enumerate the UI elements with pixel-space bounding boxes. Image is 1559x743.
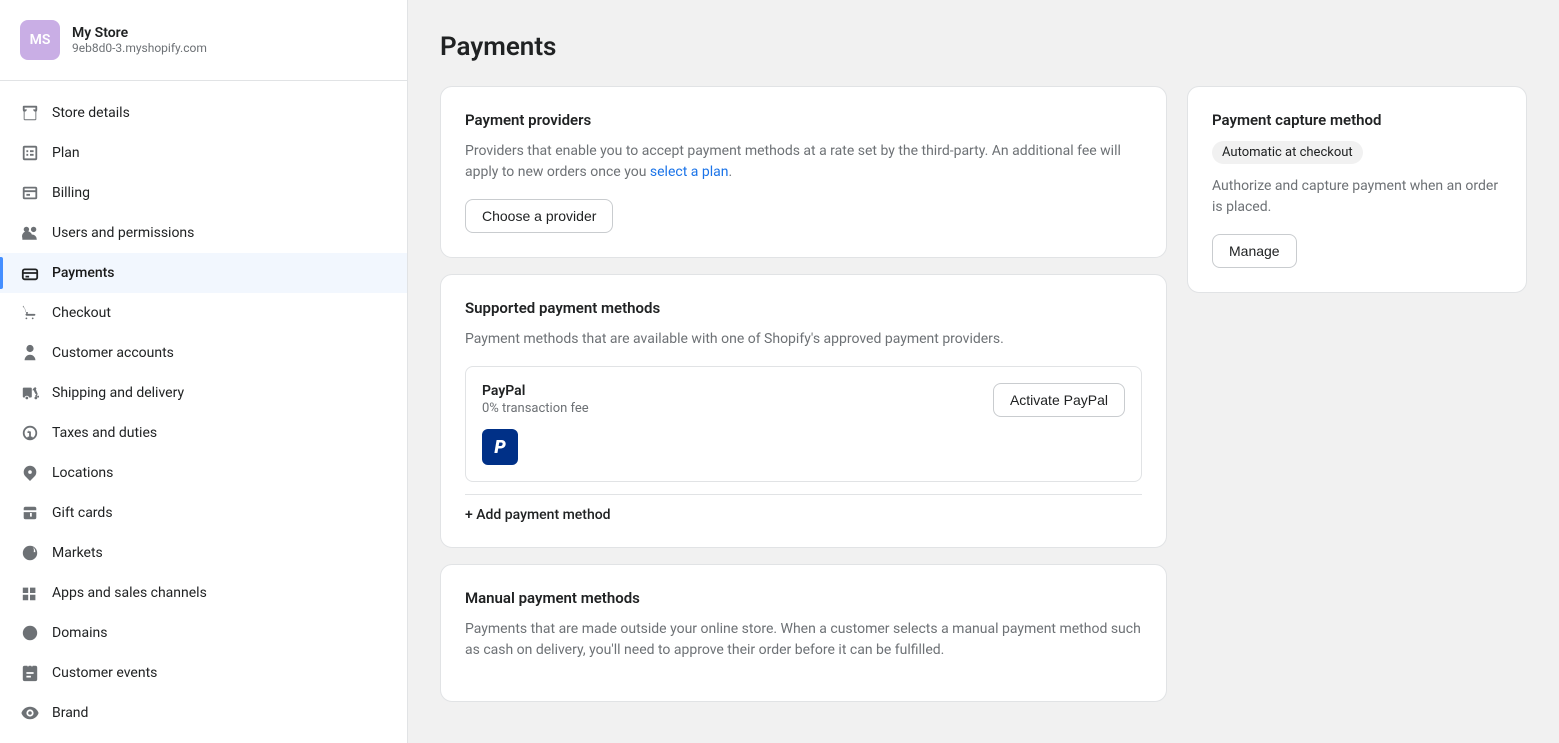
nav-list: Store details Plan Billing Users and per… [0, 81, 407, 743]
users-icon [20, 223, 40, 243]
sidebar-item-users-permissions[interactable]: Users and permissions [0, 213, 407, 253]
main-content: Payments Payment providers Providers tha… [408, 0, 1559, 743]
sidebar-item-label: Plan [52, 145, 80, 161]
choose-provider-button[interactable]: Choose a provider [465, 199, 613, 233]
sidebar-item-label: Store details [52, 105, 130, 121]
shipping-icon [20, 383, 40, 403]
sidebar-item-label: Locations [52, 465, 113, 481]
sidebar-item-brand[interactable]: Brand [0, 693, 407, 733]
payment-providers-title: Payment providers [465, 111, 1142, 129]
sidebar-item-label: Markets [52, 545, 103, 561]
sidebar-item-label: Users and permissions [52, 225, 194, 241]
sidebar-item-plan[interactable]: Plan [0, 133, 407, 173]
taxes-icon [20, 423, 40, 443]
description-text2: . [728, 164, 732, 180]
supported-payment-methods-card: Supported payment methods Payment method… [440, 274, 1167, 548]
description-text1: Providers that enable you to accept paym… [465, 143, 1121, 180]
sidebar-item-label: Customer accounts [52, 345, 174, 361]
gift-cards-icon [20, 503, 40, 523]
payment-capture-description: Authorize and capture payment when an or… [1212, 176, 1502, 218]
payment-capture-title: Payment capture method [1212, 111, 1502, 129]
sidebar-item-apps-sales[interactable]: Apps and sales channels [0, 573, 407, 613]
paypal-logo-letter: P [494, 437, 505, 458]
content-area: Payment providers Providers that enable … [440, 86, 1527, 711]
paypal-name: PayPal [482, 383, 589, 399]
sidebar-item-customer-events[interactable]: Customer events [0, 653, 407, 693]
locations-icon [20, 463, 40, 483]
sidebar-item-markets[interactable]: Markets [0, 533, 407, 573]
customer-accounts-icon [20, 343, 40, 363]
paypal-section: PayPal 0% transaction fee Activate PayPa… [465, 366, 1142, 482]
sidebar-item-domains[interactable]: Domains [0, 613, 407, 653]
add-payment-label: + Add payment method [465, 507, 611, 523]
plan-icon [20, 143, 40, 163]
sidebar-item-label: Checkout [52, 305, 111, 321]
store-url: 9eb8d0-3.myshopify.com [72, 41, 207, 55]
store-icon [20, 103, 40, 123]
manage-button[interactable]: Manage [1212, 234, 1297, 268]
paypal-header: PayPal 0% transaction fee Activate PayPa… [482, 383, 1125, 417]
sidebar-item-checkout[interactable]: Checkout [0, 293, 407, 333]
manual-payment-methods-title: Manual payment methods [465, 589, 1142, 607]
avatar: MS [20, 20, 60, 60]
billing-icon [20, 183, 40, 203]
manual-payment-methods-card: Manual payment methods Payments that are… [440, 564, 1167, 702]
page-title: Payments [440, 32, 1527, 62]
activate-paypal-button[interactable]: Activate PayPal [993, 383, 1125, 417]
customer-events-icon [20, 663, 40, 683]
sidebar-item-store-details[interactable]: Store details [0, 93, 407, 133]
markets-icon [20, 543, 40, 563]
cards-column: Payment providers Providers that enable … [440, 86, 1167, 711]
payments-icon [20, 263, 40, 283]
apps-icon [20, 583, 40, 603]
paypal-info: PayPal 0% transaction fee [482, 383, 589, 416]
sidebar-item-label: Customer events [52, 665, 157, 681]
sidebar-item-billing[interactable]: Billing [0, 173, 407, 213]
sidebar-item-label: Billing [52, 185, 90, 201]
sidebar-item-shipping-delivery[interactable]: Shipping and delivery [0, 373, 407, 413]
paypal-logo: P [482, 429, 518, 465]
payment-capture-badge: Automatic at checkout [1212, 141, 1363, 164]
sidebar-item-label: Domains [52, 625, 107, 641]
sidebar-item-label: Brand [52, 705, 88, 721]
store-header[interactable]: MS My Store 9eb8d0-3.myshopify.com [0, 0, 407, 81]
paypal-fee: 0% transaction fee [482, 401, 589, 416]
sidebar-item-label: Shipping and delivery [52, 385, 184, 401]
sidebar-item-payments[interactable]: Payments [0, 253, 407, 293]
sidebar-item-label: Gift cards [52, 505, 113, 521]
supported-payment-methods-title: Supported payment methods [465, 299, 1142, 317]
store-name: My Store [72, 25, 207, 41]
sidebar-item-label: Apps and sales channels [52, 585, 207, 601]
add-payment-method[interactable]: + Add payment method [465, 494, 1142, 523]
select-plan-link[interactable]: select a plan [650, 164, 729, 180]
brand-icon [20, 703, 40, 723]
domains-icon [20, 623, 40, 643]
payment-capture-card: Payment capture method Automatic at chec… [1187, 86, 1527, 293]
store-info: My Store 9eb8d0-3.myshopify.com [72, 25, 207, 55]
payment-providers-card: Payment providers Providers that enable … [440, 86, 1167, 258]
manual-payment-methods-description: Payments that are made outside your onli… [465, 619, 1142, 661]
checkout-icon [20, 303, 40, 323]
sidebar-item-customer-accounts[interactable]: Customer accounts [0, 333, 407, 373]
sidebar-item-label: Payments [52, 265, 115, 281]
right-panel: Payment capture method Automatic at chec… [1187, 86, 1527, 711]
sidebar-item-gift-cards[interactable]: Gift cards [0, 493, 407, 533]
sidebar-item-label: Taxes and duties [52, 425, 157, 441]
sidebar-item-locations[interactable]: Locations [0, 453, 407, 493]
supported-payment-methods-description: Payment methods that are available with … [465, 329, 1142, 350]
sidebar-item-taxes-duties[interactable]: Taxes and duties [0, 413, 407, 453]
sidebar: MS My Store 9eb8d0-3.myshopify.com Store… [0, 0, 408, 743]
payment-providers-description: Providers that enable you to accept paym… [465, 141, 1142, 183]
